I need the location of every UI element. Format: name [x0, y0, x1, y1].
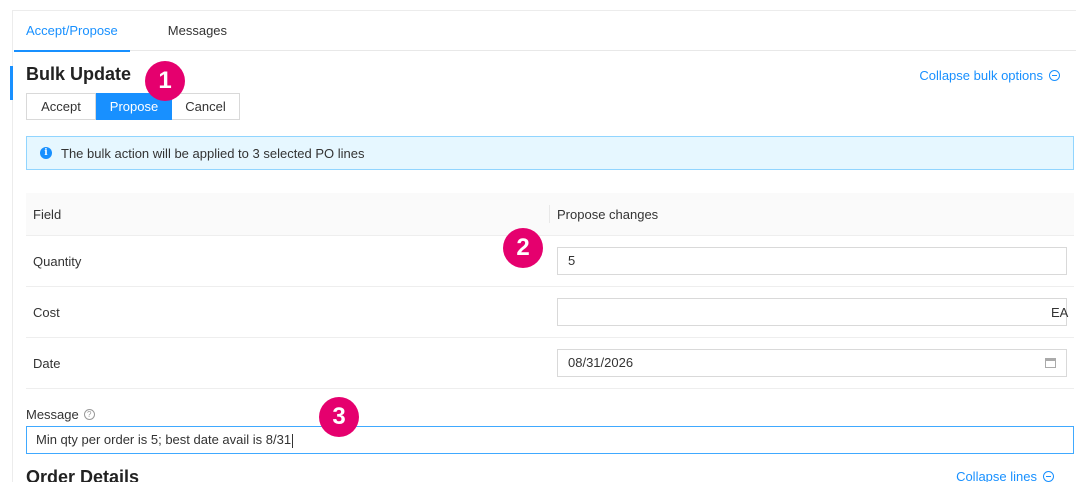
collapse-lines-label: Collapse lines — [956, 469, 1037, 482]
cancel-button[interactable]: Cancel — [172, 93, 240, 120]
date-label: Date — [33, 356, 61, 371]
step-badge-2: 2 — [503, 228, 543, 268]
info-banner-text: The bulk action will be applied to 3 sel… — [61, 145, 365, 161]
collapse-bulk-options-link[interactable]: Collapse bulk options — [919, 68, 1060, 83]
cost-input[interactable] — [557, 298, 1067, 326]
date-picker[interactable]: 08/31/2026 — [557, 349, 1067, 377]
table-row-quantity: Quantity 5 — [26, 236, 1074, 287]
text-caret — [292, 433, 294, 448]
message-label: Message — [26, 407, 79, 422]
date-value: 08/31/2026 — [568, 355, 634, 370]
order-details-title: Order Details — [26, 467, 140, 482]
header-divider — [549, 205, 550, 223]
header-propose-changes: Propose changes — [557, 206, 659, 222]
table-row-cost: Cost EA — [26, 287, 1074, 338]
tab-accept-propose[interactable]: Accept/Propose — [14, 11, 130, 52]
calendar-icon[interactable] — [1045, 358, 1056, 368]
quantity-label: Quantity — [33, 254, 82, 269]
question-circle-icon[interactable]: ? — [83, 409, 95, 420]
message-text: Min qty per order is 5; best date avail … — [36, 432, 292, 447]
table-header: Field Propose changes — [26, 193, 1074, 236]
section-accent-bar — [10, 66, 13, 100]
accept-button[interactable]: Accept — [26, 93, 96, 120]
minus-circle-icon — [1043, 471, 1054, 482]
info-circle-icon: i — [40, 147, 52, 159]
table-row-date: Date 08/31/2026 — [26, 338, 1074, 389]
propose-changes-table: Field Propose changes Quantity 5 Cost EA… — [26, 193, 1074, 389]
tab-bar: Accept/Propose Messages — [14, 11, 1076, 52]
message-label-row: Message ? — [26, 407, 95, 422]
quantity-input[interactable]: 5 — [557, 247, 1067, 275]
step-badge-3: 3 — [319, 397, 359, 437]
message-input[interactable]: Min qty per order is 5; best date avail … — [26, 426, 1074, 454]
collapse-bulk-options-label: Collapse bulk options — [919, 68, 1043, 83]
minus-circle-icon — [1049, 70, 1060, 81]
step-badge-1: 1 — [145, 61, 185, 101]
bulk-action-buttons: Accept Propose Cancel — [26, 93, 240, 120]
cost-unit: EA — [1051, 305, 1069, 320]
bulk-update-title: Bulk Update — [26, 64, 132, 84]
tab-messages[interactable]: Messages — [156, 11, 239, 51]
info-banner: i The bulk action will be applied to 3 s… — [26, 136, 1074, 170]
header-field: Field — [33, 206, 62, 222]
cost-label: Cost — [33, 305, 60, 320]
collapse-lines-link[interactable]: Collapse lines — [956, 469, 1054, 482]
